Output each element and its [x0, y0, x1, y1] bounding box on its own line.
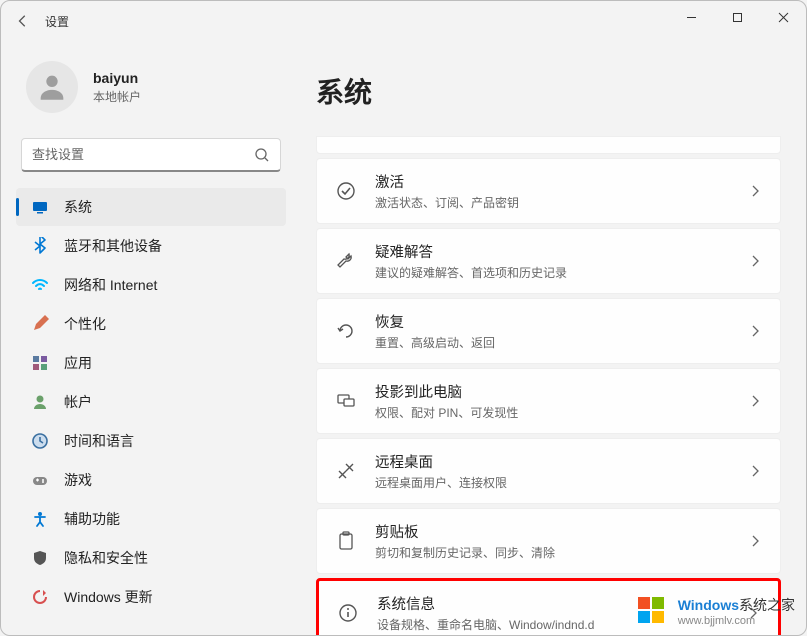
- setting-card-check[interactable]: 激活 激活状态、订阅、产品密钥: [316, 158, 781, 224]
- nav-list: 系统 蓝牙和其他设备 网络和 Internet 个性化 应用 帐户 时间和语言 …: [11, 187, 291, 635]
- setting-card-clipboard[interactable]: 剪贴板 剪切和复制历史记录、同步、清除: [316, 508, 781, 574]
- back-button[interactable]: [11, 9, 35, 33]
- sidebar-item-label: 应用: [64, 353, 92, 373]
- setting-card-remote[interactable]: 远程桌面 远程桌面用户、连接权限: [316, 438, 781, 504]
- sidebar-item-bluetooth[interactable]: 蓝牙和其他设备: [16, 227, 286, 265]
- sidebar-item-apps[interactable]: 应用: [16, 344, 286, 382]
- sidebar-item-label: 个性化: [64, 314, 106, 334]
- sidebar-item-update[interactable]: Windows 更新: [16, 578, 286, 616]
- card-title: 恢复: [375, 311, 748, 332]
- watermark-brand: Windows系统之家: [678, 595, 795, 615]
- sidebar-item-label: 时间和语言: [64, 431, 134, 451]
- recovery-icon: [335, 320, 357, 342]
- setting-card-wrench[interactable]: 疑难解答 建议的疑难解答、首选项和历史记录: [316, 228, 781, 294]
- card-subtitle: 重置、高级启动、返回: [375, 334, 748, 351]
- card-title: 投影到此电脑: [375, 381, 748, 402]
- titlebar: 设置: [1, 1, 806, 41]
- minimize-button[interactable]: [668, 1, 714, 33]
- gaming-icon: [31, 471, 49, 489]
- card-subtitle: 远程桌面用户、连接权限: [375, 474, 748, 491]
- card-title: 激活: [375, 171, 748, 192]
- wrench-icon: [335, 250, 357, 272]
- card-subtitle: 权限、配对 PIN、可发现性: [375, 404, 748, 421]
- chevron-right-icon: [748, 464, 762, 478]
- chevron-right-icon: [748, 534, 762, 548]
- card-title: 疑难解答: [375, 241, 748, 262]
- sidebar-item-personalize[interactable]: 个性化: [16, 305, 286, 343]
- card-title: 远程桌面: [375, 451, 748, 472]
- accessibility-icon: [31, 510, 49, 528]
- sidebar-item-label: Windows 更新: [64, 587, 153, 607]
- sidebar-item-label: 网络和 Internet: [64, 275, 157, 295]
- window-title: 设置: [45, 13, 69, 30]
- accounts-icon: [31, 393, 49, 411]
- card-title: 剪贴板: [375, 521, 748, 542]
- info-icon: [337, 602, 359, 624]
- avatar: [26, 61, 78, 113]
- sidebar-item-privacy[interactable]: 隐私和安全性: [16, 539, 286, 577]
- sidebar-item-label: 隐私和安全性: [64, 548, 148, 568]
- sidebar-item-accessibility[interactable]: 辅助功能: [16, 500, 286, 538]
- clipboard-icon: [335, 530, 357, 552]
- page-title: 系统: [316, 71, 781, 111]
- remote-icon: [335, 460, 357, 482]
- card-subtitle: 建议的疑难解答、首选项和历史记录: [375, 264, 748, 281]
- card-spacer: [316, 136, 781, 154]
- check-icon: [335, 180, 357, 202]
- sidebar-item-wifi[interactable]: 网络和 Internet: [16, 266, 286, 304]
- sidebar: baiyun 本地帐户 系统 蓝牙和其他设备 网络和 Internet 个性化 …: [1, 41, 301, 635]
- apps-icon: [31, 354, 49, 372]
- close-button[interactable]: [760, 1, 806, 33]
- search-box[interactable]: [21, 138, 281, 172]
- sidebar-item-label: 帐户: [64, 392, 92, 412]
- windows-logo-icon: [632, 591, 672, 631]
- sidebar-item-label: 蓝牙和其他设备: [64, 236, 162, 256]
- update-icon: [31, 588, 49, 606]
- wifi-icon: [31, 276, 49, 294]
- chevron-right-icon: [748, 394, 762, 408]
- watermark: Windows系统之家 www.bjjmlv.com: [632, 591, 795, 631]
- watermark-url: www.bjjmlv.com: [678, 615, 795, 627]
- sidebar-item-gaming[interactable]: 游戏: [16, 461, 286, 499]
- sidebar-item-system[interactable]: 系统: [16, 188, 286, 226]
- setting-card-recovery[interactable]: 恢复 重置、高级启动、返回: [316, 298, 781, 364]
- search-input[interactable]: [32, 147, 254, 162]
- sidebar-item-label: 系统: [64, 197, 92, 217]
- user-type: 本地帐户: [93, 88, 141, 105]
- main-content: 系统 激活 激活状态、订阅、产品密钥 疑难解答 建议的疑难解答、首选项和历史记录…: [301, 41, 806, 635]
- personalize-icon: [31, 315, 49, 333]
- system-icon: [31, 198, 49, 216]
- maximize-button[interactable]: [714, 1, 760, 33]
- sidebar-item-time[interactable]: 时间和语言: [16, 422, 286, 460]
- project-icon: [335, 390, 357, 412]
- chevron-right-icon: [748, 324, 762, 338]
- sidebar-item-accounts[interactable]: 帐户: [16, 383, 286, 421]
- card-subtitle: 激活状态、订阅、产品密钥: [375, 194, 748, 211]
- sidebar-item-label: 游戏: [64, 470, 92, 490]
- time-icon: [31, 432, 49, 450]
- user-name: baiyun: [93, 70, 141, 86]
- bluetooth-icon: [31, 237, 49, 255]
- setting-card-project[interactable]: 投影到此电脑 权限、配对 PIN、可发现性: [316, 368, 781, 434]
- user-info[interactable]: baiyun 本地帐户: [11, 51, 291, 133]
- window-controls: [668, 1, 806, 33]
- sidebar-item-label: 辅助功能: [64, 509, 120, 529]
- chevron-right-icon: [748, 184, 762, 198]
- card-subtitle: 剪切和复制历史记录、同步、清除: [375, 544, 748, 561]
- settings-window: 设置 baiyun 本地帐户: [0, 0, 807, 636]
- chevron-right-icon: [748, 254, 762, 268]
- search-icon: [254, 147, 270, 163]
- privacy-icon: [31, 549, 49, 567]
